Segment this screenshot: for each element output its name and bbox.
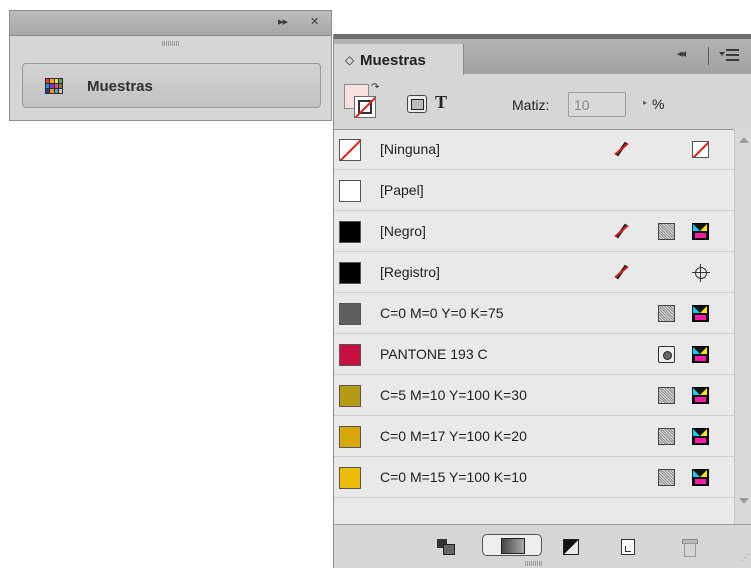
swatch-row[interactable]: [Ninguna] xyxy=(334,130,734,170)
swatch-row[interactable]: C=0 M=15 Y=100 K=10 xyxy=(334,458,734,498)
stroke-box[interactable] xyxy=(354,96,376,118)
show-gradient-swatches-icon[interactable] xyxy=(563,539,579,555)
swatches-grid-icon xyxy=(45,78,63,94)
process-color-icon xyxy=(658,428,675,445)
swatch-row[interactable]: [Registro] xyxy=(334,253,734,293)
panel-titlebar[interactable]: ◇ Muestras ◂◂ xyxy=(334,34,751,80)
swatch-name: PANTONE 193 C xyxy=(380,346,488,362)
expand-panels-icon[interactable]: ▸▸ xyxy=(278,15,288,28)
swatch-row[interactable]: C=5 M=10 Y=100 K=30 xyxy=(334,376,734,416)
tint-slider-arrow-icon[interactable]: ▸ xyxy=(643,98,647,107)
swatch-name: C=5 M=10 Y=100 K=30 xyxy=(380,387,527,403)
swatch-color-chip xyxy=(339,303,361,325)
new-swatch-icon[interactable] xyxy=(621,539,635,555)
resize-grip-icon[interactable]: ⋰ xyxy=(741,553,749,562)
scroll-down-icon[interactable] xyxy=(739,498,749,504)
panel-bottom-toolbar: ⋰ IIIIIIIII xyxy=(334,524,751,568)
swatch-color-chip xyxy=(339,262,361,284)
titlebar-divider xyxy=(708,47,709,65)
swatch-color-chip xyxy=(339,385,361,407)
process-color-icon xyxy=(658,223,675,240)
swatch-color-chip xyxy=(339,180,361,202)
swap-fill-stroke-icon[interactable]: ↷ xyxy=(371,82,379,93)
swatch-row[interactable]: PANTONE 193 C xyxy=(334,335,734,375)
swatch-color-chip xyxy=(339,344,361,366)
drag-grip[interactable]: IIIIIIIII xyxy=(10,41,331,48)
swatch-row[interactable]: C=0 M=17 Y=100 K=20 xyxy=(334,417,734,457)
tab-label: Muestras xyxy=(360,52,426,69)
swatch-color-chip xyxy=(339,426,361,448)
cmyk-mode-icon xyxy=(692,469,709,486)
formatting-affects-container-icon[interactable] xyxy=(407,95,427,113)
swatch-row[interactable]: C=0 M=0 Y=0 K=75 xyxy=(334,294,734,334)
show-swatch-kinds-toggle[interactable] xyxy=(482,534,542,556)
tint-input[interactable] xyxy=(568,92,626,117)
swatch-controls: ↷ T Matiz: ▸ % xyxy=(334,75,751,128)
swatch-color-chip xyxy=(339,467,361,489)
swatch-row[interactable]: [Papel] xyxy=(334,171,734,211)
trash-icon[interactable] xyxy=(682,539,698,557)
process-color-icon xyxy=(658,305,675,322)
swatch-name: C=0 M=15 Y=100 K=10 xyxy=(380,469,527,485)
swatch-name: C=0 M=17 Y=100 K=20 xyxy=(380,428,527,444)
process-color-icon xyxy=(658,387,675,404)
fill-stroke-selector[interactable]: ↷ xyxy=(344,82,379,118)
swatch-name: [Papel] xyxy=(380,182,424,198)
drag-grip[interactable]: IIIIIIIII xyxy=(334,561,733,568)
cmyk-mode-icon xyxy=(692,305,709,322)
swatches-panel: ◇ Muestras ◂◂ ↷ T Matiz: ▸ % [Ninguna] xyxy=(333,34,751,568)
swatch-color-chip xyxy=(339,221,361,243)
tint-label: Matiz: xyxy=(512,97,550,113)
registration-icon xyxy=(692,264,710,282)
collapsed-panel-dock: ▸▸ ✕ IIIIIIIII Muestras xyxy=(9,10,332,121)
process-color-icon xyxy=(658,469,675,486)
panel-menu-icon[interactable] xyxy=(717,45,741,65)
dock-titlebar[interactable]: ▸▸ ✕ xyxy=(10,11,331,36)
scroll-up-icon[interactable] xyxy=(739,137,749,143)
edit-locked-icon xyxy=(613,141,630,158)
swatch-name: C=0 M=0 Y=0 K=75 xyxy=(380,305,504,321)
cmyk-mode-icon xyxy=(692,387,709,404)
cmyk-mode-icon xyxy=(692,428,709,445)
cmyk-mode-icon xyxy=(692,223,709,240)
spot-color-icon xyxy=(658,346,675,363)
close-icon[interactable]: ✕ xyxy=(310,15,319,28)
swatch-row[interactable]: [Negro] xyxy=(334,212,734,252)
scrollbar[interactable] xyxy=(734,129,751,524)
swatch-list: [Ninguna] [Papel] [Negro] [Registro] C=0… xyxy=(334,129,734,524)
edit-locked-icon xyxy=(613,223,630,240)
edit-locked-icon xyxy=(613,264,630,281)
collapse-to-icons-icon[interactable]: ◂◂ xyxy=(677,47,686,60)
cmyk-mode-icon xyxy=(692,346,709,363)
tab-options-arrows-icon[interactable]: ◇ xyxy=(345,53,354,67)
swatch-name: [Negro] xyxy=(380,223,426,239)
formatting-affects-text-icon[interactable]: T xyxy=(435,92,447,113)
tint-percent-sign: % xyxy=(652,96,665,112)
swatch-color-chip xyxy=(339,139,361,161)
swatch-name: [Registro] xyxy=(380,264,440,280)
none-swatch-icon xyxy=(692,141,709,158)
color-groups-icon[interactable] xyxy=(437,539,455,555)
swatches-panel-button[interactable]: Muestras xyxy=(22,63,321,108)
swatches-button-label: Muestras xyxy=(87,78,153,95)
swatch-name: [Ninguna] xyxy=(380,141,440,157)
